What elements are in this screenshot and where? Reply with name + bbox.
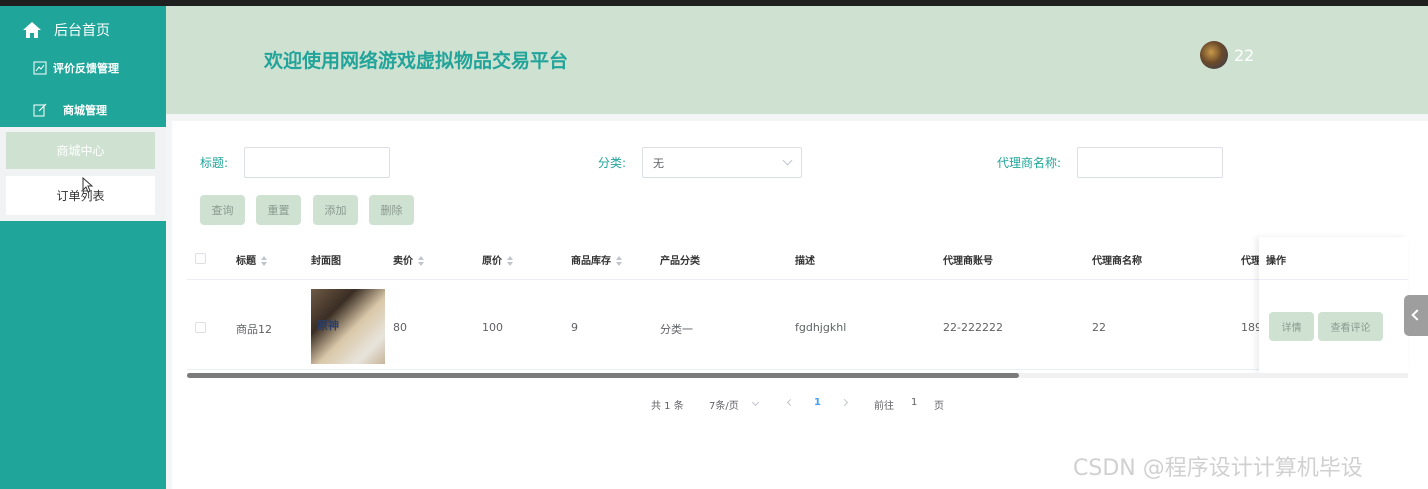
agent-name-input[interactable] bbox=[1077, 147, 1223, 178]
collapse-tab[interactable] bbox=[1404, 295, 1428, 336]
column-header-agent-name: 代理商名称 bbox=[1092, 256, 1142, 267]
goto-label: 前往 bbox=[874, 401, 894, 412]
title-input[interactable] bbox=[244, 147, 390, 178]
pagination-total: 共 1 条 bbox=[651, 401, 684, 412]
cell-agent-account: 22-222222 bbox=[943, 321, 1003, 334]
column-header-title[interactable]: 标题 bbox=[236, 252, 267, 267]
horizontal-scrollbar-thumb[interactable] bbox=[187, 373, 1019, 378]
row-checkbox[interactable] bbox=[195, 322, 206, 333]
column-header-label: 标题 bbox=[236, 256, 256, 267]
submenu: 商城中心 订单列表 bbox=[0, 127, 166, 221]
current-page[interactable]: 1 bbox=[814, 397, 821, 408]
sidebar-item-label: 后台首页 bbox=[54, 23, 110, 39]
sidebar: 后台首页 评价反馈管理 商城管理 bbox=[0, 6, 166, 489]
submenu-item-order-list[interactable]: 订单列表 bbox=[6, 176, 155, 215]
cell-stock: 9 bbox=[571, 321, 578, 334]
agent-name-label: 代理商名称: bbox=[997, 156, 1062, 170]
sort-icon[interactable] bbox=[261, 256, 267, 266]
cell-category: 分类一 bbox=[660, 323, 693, 336]
category-select-value: 无 bbox=[653, 156, 664, 170]
page-suffix-label: 页 bbox=[934, 401, 944, 412]
sidebar-item-mall[interactable]: 商城管理 bbox=[0, 90, 166, 130]
column-header-agent-account: 代理商账号 bbox=[943, 256, 993, 267]
column-header-original-price[interactable]: 原价 bbox=[482, 252, 513, 267]
cell-title: 商品12 bbox=[236, 323, 272, 336]
chevron-down-icon bbox=[782, 155, 793, 166]
page-size-select[interactable]: 7条/页 bbox=[709, 397, 739, 412]
page-title: 欢迎使用网络游戏虚拟物品交易平台 bbox=[264, 50, 569, 72]
chart-icon bbox=[33, 61, 47, 75]
sidebar-item-home[interactable]: 后台首页 bbox=[0, 12, 166, 48]
sort-icon[interactable] bbox=[616, 256, 622, 266]
operation-header-divider bbox=[1259, 279, 1408, 280]
edit-icon bbox=[33, 103, 47, 117]
submenu-item-mall-center[interactable]: 商城中心 bbox=[6, 132, 155, 169]
detail-button[interactable]: 详情 bbox=[1269, 312, 1314, 341]
query-button[interactable]: 查询 bbox=[200, 195, 245, 225]
table-header-divider bbox=[187, 279, 1259, 280]
header: 欢迎使用网络游戏虚拟物品交易平台 22 bbox=[166, 6, 1428, 114]
column-header-category: 产品分类 bbox=[660, 256, 700, 267]
sidebar-item-feedback[interactable]: 评价反馈管理 bbox=[0, 48, 166, 88]
sidebar-item-label: 商城管理 bbox=[63, 104, 107, 117]
watermark: CSDN @程序设计计算机毕设 bbox=[1073, 456, 1363, 481]
column-header-label: 商品库存 bbox=[571, 256, 611, 267]
column-header-description: 描述 bbox=[795, 256, 815, 267]
reset-button[interactable]: 重置 bbox=[256, 195, 301, 225]
delete-button[interactable]: 删除 bbox=[369, 195, 414, 225]
column-header-stock[interactable]: 商品库存 bbox=[571, 252, 622, 267]
avatar[interactable] bbox=[1200, 41, 1228, 69]
cell-original-price: 100 bbox=[482, 321, 503, 334]
column-header-operation: 操作 bbox=[1266, 256, 1286, 267]
column-header-label: 卖价 bbox=[393, 256, 413, 267]
column-header-cover: 封面图 bbox=[311, 256, 341, 267]
column-header-price[interactable]: 卖价 bbox=[393, 252, 424, 267]
add-button[interactable]: 添加 bbox=[313, 195, 358, 225]
sort-icon[interactable] bbox=[418, 256, 424, 266]
sort-icon[interactable] bbox=[507, 256, 513, 266]
home-icon bbox=[22, 20, 42, 40]
select-all-checkbox[interactable] bbox=[195, 253, 206, 264]
title-label: 标题: bbox=[200, 156, 229, 170]
column-header-label: 原价 bbox=[482, 256, 502, 267]
operation-column: 操作 bbox=[1259, 237, 1408, 373]
cover-image: 原神 bbox=[311, 289, 385, 364]
cell-agent-name: 22 bbox=[1092, 321, 1106, 334]
cell-description: fgdhjgkhl bbox=[795, 321, 847, 334]
column-header-agent-partial: 代理 bbox=[1241, 256, 1261, 267]
category-select[interactable]: 无 bbox=[642, 147, 802, 178]
table-row-divider bbox=[187, 369, 1259, 370]
sidebar-item-label: 评价反馈管理 bbox=[53, 62, 119, 75]
cover-image-logo: 原神 bbox=[317, 319, 339, 332]
category-label: 分类: bbox=[598, 156, 627, 170]
cell-price: 80 bbox=[393, 321, 407, 334]
view-comments-button[interactable]: 查看评论 bbox=[1318, 312, 1383, 341]
goto-page-input[interactable]: 1 bbox=[911, 397, 917, 408]
user-name[interactable]: 22 bbox=[1234, 46, 1254, 65]
mouse-cursor-icon bbox=[82, 177, 94, 193]
chevron-left-icon bbox=[1411, 309, 1423, 321]
